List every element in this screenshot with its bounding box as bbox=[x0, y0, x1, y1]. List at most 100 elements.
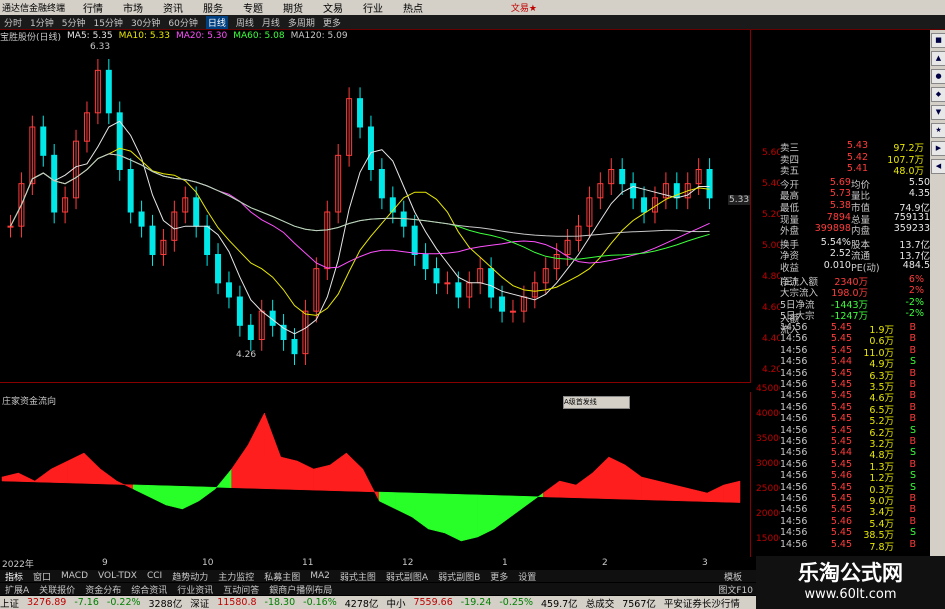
tick-price: 5.46 bbox=[830, 515, 852, 527]
period-60min[interactable]: 60分钟 bbox=[168, 16, 197, 29]
flow-segment bbox=[526, 492, 544, 506]
indicator-tab[interactable]: 私募主图 bbox=[264, 570, 300, 583]
menu-item-market[interactable]: 市场 bbox=[123, 0, 143, 15]
indicator-tab[interactable]: 设置 bbox=[518, 570, 536, 583]
flow-segment bbox=[182, 486, 200, 510]
indicator-tab[interactable]: VOL-TDX bbox=[98, 571, 137, 581]
period-30min[interactable]: 30分钟 bbox=[131, 16, 160, 29]
site-watermark: 乐淘公式网 www.60lt.com bbox=[756, 556, 945, 609]
tick-time: 14:56 bbox=[780, 333, 808, 345]
money-flow-chart[interactable] bbox=[0, 392, 751, 557]
ma-line bbox=[10, 153, 710, 260]
period-monthly[interactable]: 月线 bbox=[262, 16, 280, 29]
menu-item-service[interactable]: 服务 bbox=[203, 0, 223, 15]
tick-volume: 7.8万 bbox=[869, 541, 894, 553]
toolbar-icon-7[interactable]: ▶ bbox=[931, 141, 945, 156]
quote-cell: 净资 bbox=[780, 251, 800, 263]
menu-item-futures[interactable]: 期货 bbox=[283, 0, 303, 15]
tick-price: 5.45 bbox=[830, 458, 852, 470]
toolbar-icon-1[interactable]: ■ bbox=[931, 33, 945, 48]
stat-row: 现量 7894 总量 759131 bbox=[780, 211, 930, 226]
period-intraday[interactable]: 分时 bbox=[4, 16, 22, 29]
candlestick-chart[interactable] bbox=[0, 30, 751, 383]
tick-side: B bbox=[909, 413, 916, 425]
extension-tab[interactable]: 资金分布 bbox=[85, 583, 121, 596]
flow-value: 2340万 bbox=[834, 276, 868, 288]
ma-lines-group bbox=[10, 120, 710, 335]
flow-row: 5日净流入额 -1443万 -2% bbox=[780, 296, 930, 325]
extension-tab[interactable]: 互动问答 bbox=[223, 583, 259, 596]
tick-volume: 3.4万 bbox=[869, 507, 894, 519]
indicator-tab[interactable]: 弱式副图B bbox=[438, 570, 480, 583]
period-more[interactable]: 更多 bbox=[323, 16, 341, 29]
quote-cell: 2.52 bbox=[829, 248, 851, 260]
extension-tab[interactable]: 扩展A bbox=[5, 583, 29, 596]
tick-price: 5.46 bbox=[830, 470, 852, 482]
date-label: 9 bbox=[102, 558, 108, 568]
f10-tab[interactable]: 图文F10 bbox=[718, 583, 753, 596]
extension-tab[interactable]: 銀商户播例布局 bbox=[269, 583, 332, 596]
tick-row: 14:56 5.46 1.2万 S bbox=[780, 470, 930, 484]
tick-time: 14:56 bbox=[780, 424, 808, 436]
toolbar-icon-5[interactable]: ▼ bbox=[931, 105, 945, 120]
period-daily[interactable]: 日线 bbox=[205, 15, 228, 29]
toolbar-icon-3[interactable]: ● bbox=[931, 69, 945, 84]
indicator-tab[interactable]: 窗口 bbox=[33, 570, 51, 583]
menu-item-industry[interactable]: 行业 bbox=[363, 0, 383, 15]
flow-value: -1247万 bbox=[830, 311, 868, 323]
indicator-tooltip[interactable]: A级首发线 bbox=[563, 396, 630, 409]
indicator-tab[interactable]: 趋势动力 bbox=[172, 570, 208, 583]
period-multi[interactable]: 多周期 bbox=[288, 16, 315, 29]
extension-tab[interactable]: 关联报价 bbox=[39, 583, 75, 596]
menu-item-trade[interactable]: 文易 bbox=[323, 0, 343, 15]
indicator-tab[interactable]: CCI bbox=[147, 571, 162, 581]
indicator-tab[interactable]: 指标 bbox=[5, 570, 23, 583]
tick-volume: 1.3万 bbox=[869, 461, 894, 473]
template-tab[interactable]: 模板 bbox=[724, 570, 742, 583]
ma-line bbox=[10, 153, 710, 237]
period-1min[interactable]: 1分钟 bbox=[30, 16, 54, 29]
indicator-tab[interactable]: 主力监控 bbox=[218, 570, 254, 583]
quote-cell: 总量 bbox=[850, 214, 870, 226]
toolbar-icon-2[interactable]: ▲ bbox=[931, 51, 945, 66]
indicator-tab[interactable]: 弱式主图 bbox=[340, 570, 376, 583]
toolbar-icon-6[interactable]: ★ bbox=[931, 123, 945, 138]
menu-item-topic[interactable]: 专题 bbox=[243, 0, 263, 15]
status-segment: -0.16% bbox=[303, 597, 337, 608]
flow-label: 大宗流入 bbox=[780, 288, 819, 300]
indicator-tab[interactable]: 更多 bbox=[490, 570, 508, 583]
extension-tab[interactable]: 综合资讯 bbox=[131, 583, 167, 596]
indicator-tab[interactable]: MACD bbox=[61, 571, 88, 581]
tick-side: B bbox=[909, 515, 916, 527]
status-segment: 4278亿 bbox=[344, 598, 379, 609]
indicator-tab[interactable]: 弱式副图A bbox=[386, 570, 428, 583]
trade-shortcut[interactable]: 文易★ bbox=[511, 1, 537, 14]
period-15min[interactable]: 15分钟 bbox=[93, 16, 122, 29]
period-5min[interactable]: 5分钟 bbox=[62, 16, 86, 29]
extension-tab[interactable]: 行业资讯 bbox=[177, 583, 213, 596]
tick-volume: 6.2万 bbox=[869, 427, 894, 439]
menu-item-quotes[interactable]: 行情 bbox=[83, 0, 103, 15]
status-segment: 中小 bbox=[386, 598, 406, 609]
menu-item-hot[interactable]: 热点 bbox=[403, 0, 423, 15]
indicator-tab[interactable]: MA2 bbox=[310, 571, 330, 581]
tick-price: 5.45 bbox=[830, 344, 852, 356]
tick-price: 5.45 bbox=[830, 493, 852, 504]
quote-cell: 7894 bbox=[826, 211, 851, 223]
candle-body bbox=[193, 197, 200, 227]
period-weekly[interactable]: 周线 bbox=[236, 16, 254, 29]
flow-segment bbox=[100, 468, 118, 485]
tick-price: 5.45 bbox=[830, 367, 852, 379]
tick-volume: 9.0万 bbox=[869, 496, 894, 507]
flow-pct: -2% bbox=[905, 296, 925, 308]
ma-line bbox=[10, 120, 710, 335]
tick-side: B bbox=[909, 367, 916, 379]
toolbar-icon-8[interactable]: ◀ bbox=[931, 159, 945, 174]
tick-price: 5.45 bbox=[830, 379, 852, 390]
flow-row: 净流入额 2340万 6% bbox=[780, 274, 930, 288]
tick-time: 14:56 bbox=[780, 447, 808, 459]
toolbar-icon-4[interactable]: ◆ bbox=[931, 87, 945, 102]
candle-body bbox=[204, 225, 211, 256]
candle-body bbox=[105, 69, 112, 114]
menu-item-news[interactable]: 资讯 bbox=[163, 0, 183, 15]
